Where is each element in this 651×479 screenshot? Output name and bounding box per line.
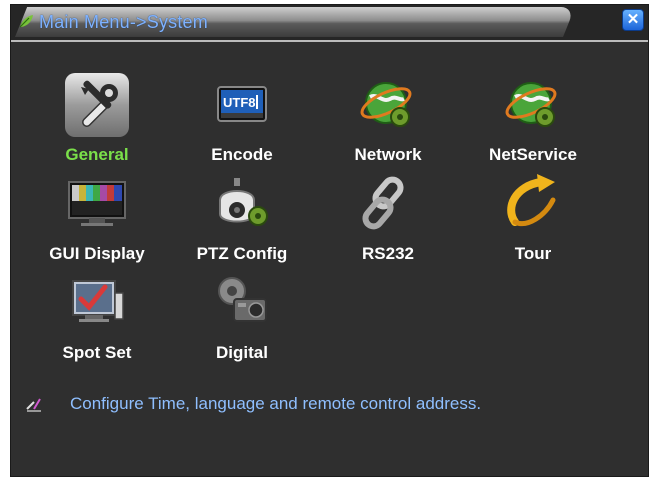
menu-item-label: NetService	[489, 145, 577, 164]
menu-item-label: General	[65, 145, 129, 164]
menu-item-network[interactable]: Network	[323, 73, 453, 169]
menu-item-label: RS232	[362, 244, 414, 263]
digital-camera-gear-icon	[218, 277, 267, 322]
tools-icon	[65, 73, 129, 137]
menu-item-label: Network	[354, 145, 422, 164]
menu-item-label: Tour	[514, 244, 552, 263]
globe-gear-icon	[360, 82, 412, 127]
utf8-chip-text: UTF8	[223, 95, 256, 110]
menu-item-label: Encode	[211, 145, 273, 164]
monitor-icon	[68, 181, 126, 226]
menu-item-encode[interactable]: UTF8 Encode	[177, 73, 307, 169]
menu-item-spot-set[interactable]: Spot Set	[32, 271, 162, 367]
status-description: Configure Time, language and remote cont…	[70, 394, 482, 413]
status-tools-icon	[26, 398, 41, 412]
chain-link-icon	[362, 176, 404, 230]
menu-item-ptz-config[interactable]: PTZ Config	[177, 172, 307, 268]
menu-item-label: PTZ Config	[196, 244, 288, 263]
tour-arrow-icon	[507, 174, 556, 226]
menu-item-netservice[interactable]: NetService	[468, 73, 598, 169]
menu-item-general[interactable]: General	[32, 73, 162, 169]
menu-item-gui-display[interactable]: GUI Display	[32, 172, 162, 268]
menu-item-label: GUI Display	[49, 244, 145, 263]
menu-item-tour[interactable]: Tour	[468, 172, 598, 268]
system-menu-window: Main Menu->System ✕ General UTF8 Encode …	[10, 4, 649, 477]
utf8-chip-icon: UTF8	[217, 86, 267, 122]
menu-item-label: Spot Set	[62, 343, 132, 362]
menu-item-digital[interactable]: Digital	[177, 271, 307, 367]
menu-item-rs232[interactable]: RS232	[323, 172, 453, 268]
menu-item-label: Digital	[216, 343, 268, 362]
camera-gear-icon	[219, 178, 268, 226]
globe-gear-icon	[505, 82, 557, 127]
spot-monitor-icon	[72, 280, 124, 322]
